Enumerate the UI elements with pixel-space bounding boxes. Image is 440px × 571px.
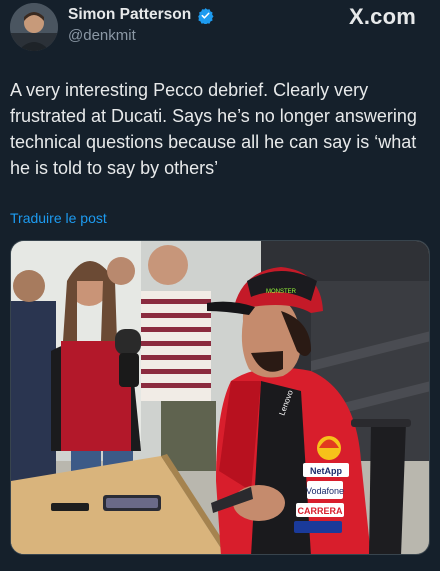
author-name[interactable]: Simon Patterson [68, 6, 214, 25]
translate-post-link[interactable]: Traduire le post [10, 210, 107, 226]
sponsor-vodafone: Vodafone [306, 486, 344, 496]
author-name-text[interactable]: Simon Patterson [68, 6, 191, 24]
sponsor-netapp: NetApp [310, 466, 342, 476]
verified-badge-icon [197, 7, 214, 25]
post-text: A very interesting Pecco debrief. Clearl… [10, 80, 417, 178]
sponsor-carrera: CARRERA [298, 506, 344, 516]
post-header: Simon Patterson @denkmit X.com [0, 0, 440, 60]
post-media-image[interactable]: NetApp Vodafone CARRERA Lenovo MONSTER [10, 240, 430, 555]
brand-logo: X.com [348, 4, 416, 29]
cap-logo: MONSTER [266, 289, 297, 295]
avatar-image [10, 3, 58, 51]
author-handle[interactable]: @denkmit [68, 27, 136, 44]
author-avatar[interactable] [10, 3, 58, 51]
press-conference-photo: NetApp Vodafone CARRERA Lenovo MONSTER [11, 241, 429, 554]
